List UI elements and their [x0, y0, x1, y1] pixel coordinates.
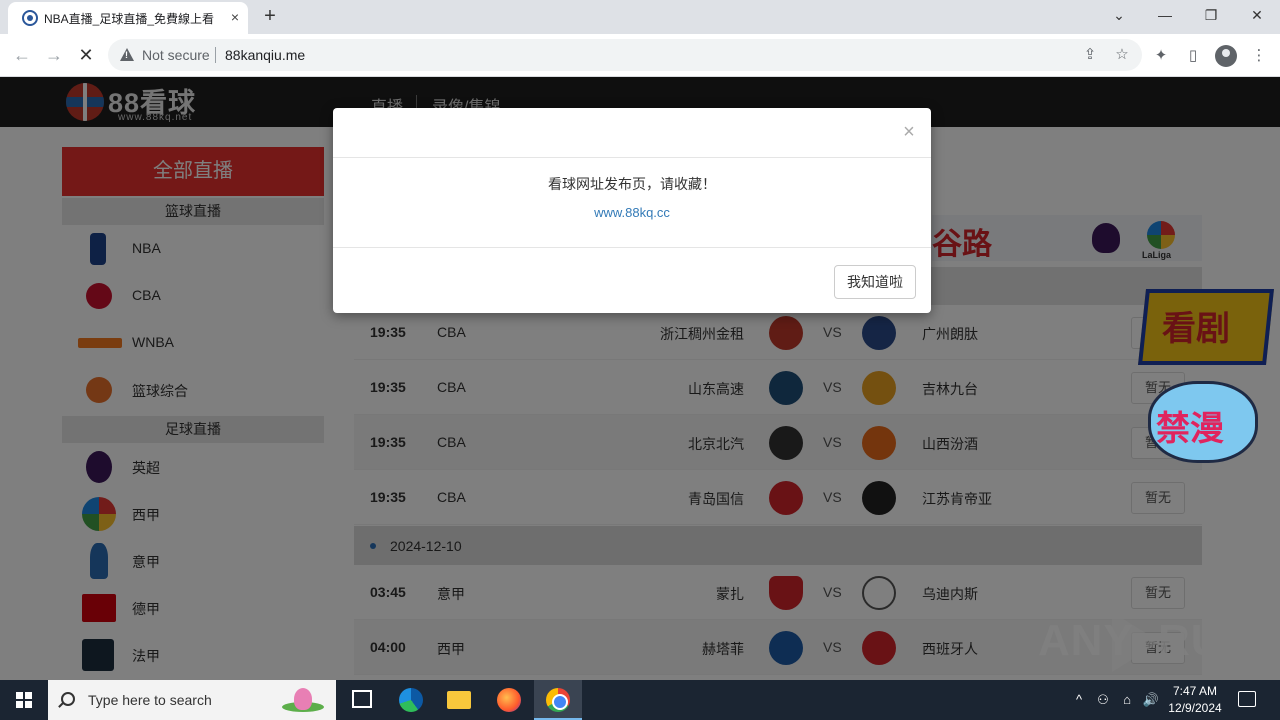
windows-taskbar: Type here to search ^ ⚇ ⌂ 🔊 7:47 AM 12/9…: [0, 680, 1280, 720]
folder-icon: [447, 691, 471, 709]
security-label[interactable]: Not secure: [142, 47, 210, 63]
close-window-button[interactable]: ✕: [1242, 4, 1272, 28]
meet-now-icon[interactable]: ⚇: [1094, 691, 1112, 709]
stop-loading-button[interactable]: ✕: [74, 43, 98, 67]
omnibox-divider: [215, 47, 216, 63]
clock-time: 7:47 AM: [1172, 684, 1218, 698]
minimize-button[interactable]: —: [1150, 4, 1180, 28]
ad-text: 禁漫: [1156, 410, 1224, 448]
web-page: 88看球 www.88kq.net 直播 录像/集锦 全部直播 篮球直播 NBA…: [0, 77, 1280, 680]
network-icon[interactable]: ⌂: [1118, 691, 1136, 709]
notice-dialog: × 看球网址发布页，请收藏！ www.88kq.cc 我知道啦: [333, 108, 931, 313]
dialog-message: 看球网址发布页，请收藏！: [548, 176, 716, 192]
search-icon: [61, 692, 75, 706]
edge-icon: [399, 688, 423, 712]
clock-date: 12/9/2024: [1168, 701, 1222, 715]
back-button[interactable]: ←: [10, 43, 34, 67]
forward-button[interactable]: →: [42, 43, 66, 67]
dialog-header: ×: [333, 108, 931, 158]
close-icon[interactable]: ×: [899, 120, 919, 144]
bookmark-star-icon[interactable]: ☆: [1112, 45, 1132, 65]
browser-tab[interactable]: NBA直播_足球直播_免費線上看 ×: [8, 2, 248, 34]
taskbar-clock[interactable]: 7:47 AM 12/9/2024: [1162, 683, 1228, 717]
volume-icon[interactable]: 🔊: [1142, 691, 1160, 709]
browser-toolbar: ← → ✕ Not secure 88kanqiu.me ⇪ ☆ ✦ ▯ ⋮: [0, 34, 1280, 77]
search-highlight-icon: [280, 686, 326, 714]
profile-icon[interactable]: [1215, 45, 1237, 67]
url-text[interactable]: 88kanqiu.me: [225, 47, 305, 63]
menu-icon[interactable]: ⋮: [1248, 45, 1270, 67]
tab-strip: NBA直播_足球直播_免費線上看 × + ⌄ — ❐ ✕: [0, 0, 1280, 34]
explorer-taskbar-button[interactable]: [435, 680, 483, 720]
windows-logo-icon: [16, 692, 32, 708]
start-button[interactable]: [0, 680, 48, 720]
floating-ad-comic[interactable]: 禁漫: [1146, 379, 1260, 465]
got-it-button[interactable]: 我知道啦: [834, 265, 916, 299]
firefox-taskbar-button[interactable]: [485, 680, 533, 720]
edge-taskbar-button[interactable]: [387, 680, 435, 720]
tray-overflow-icon[interactable]: ^: [1070, 691, 1088, 709]
address-bar[interactable]: Not secure 88kanqiu.me ⇪ ☆: [108, 39, 1142, 71]
restore-button[interactable]: ❐: [1196, 4, 1226, 28]
new-tab-button[interactable]: +: [258, 5, 282, 29]
tab-close-icon[interactable]: ×: [226, 8, 244, 26]
share-icon[interactable]: ⇪: [1080, 45, 1100, 65]
task-view-icon[interactable]: [352, 690, 372, 708]
extensions-icon[interactable]: ✦: [1150, 45, 1172, 67]
taskbar-search[interactable]: Type here to search: [48, 680, 336, 720]
dialog-body: 看球网址发布页，请收藏！ www.88kq.cc: [333, 158, 931, 248]
side-panel-icon[interactable]: ▯: [1182, 45, 1204, 67]
firefox-icon: [497, 688, 521, 712]
search-placeholder: Type here to search: [88, 692, 212, 708]
tab-title: NBA直播_足球直播_免費線上看: [44, 12, 215, 26]
notification-icon[interactable]: [1238, 691, 1256, 707]
dialog-link[interactable]: www.88kq.cc: [333, 205, 931, 220]
chrome-icon: [546, 688, 570, 712]
tab-search-icon[interactable]: ⌄: [1104, 4, 1134, 28]
chrome-taskbar-button[interactable]: [534, 680, 582, 720]
site-favicon-icon: [22, 10, 38, 26]
warning-icon[interactable]: [120, 48, 134, 61]
